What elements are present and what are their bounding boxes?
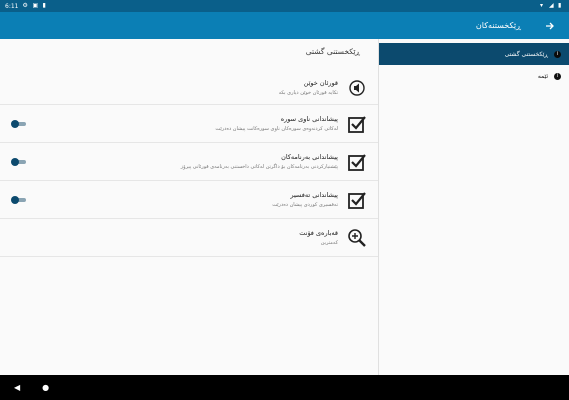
pref-title: پیشاندانی بەرنامەکان bbox=[281, 153, 338, 161]
speaker-icon bbox=[346, 77, 368, 99]
navigation-bar: ◀ ● bbox=[0, 375, 569, 400]
pref-subtitle: کەمترین bbox=[320, 240, 338, 246]
pref-title: پیشاندانی ناوی سورە bbox=[280, 115, 338, 123]
toggle-switch[interactable] bbox=[11, 157, 27, 166]
info-icon: i bbox=[554, 72, 561, 80]
zoom-in-icon bbox=[346, 227, 368, 249]
pref-font-size[interactable]: قەبارەی فۆنت کەمترین bbox=[0, 219, 378, 257]
sim-icon: ▮ bbox=[42, 2, 46, 9]
sidebar-item-label: ڕێکخستنی گشتی bbox=[504, 50, 548, 58]
status-time: 6:11 bbox=[5, 2, 19, 10]
info-icon: i bbox=[554, 50, 561, 58]
sidebar-item-label: ئێمە bbox=[537, 72, 548, 80]
battery-icon: ▮ bbox=[558, 2, 562, 9]
pref-reciter[interactable]: قورئان خوێن تکایە قورئان خوێن دیاری بکە bbox=[0, 71, 378, 105]
sidebar-item-about[interactable]: i ئێمە bbox=[379, 65, 569, 87]
toggle-switch[interactable] bbox=[11, 195, 27, 204]
settings-icon: ⚙ bbox=[22, 2, 28, 9]
back-button[interactable] bbox=[541, 17, 559, 35]
checkbox-icon bbox=[346, 151, 368, 173]
wifi-icon: ▾ bbox=[540, 2, 544, 9]
pref-show-sura-name[interactable]: پیشاندانی ناوی سورە لەکاتی کردنەوەی سورە… bbox=[0, 105, 378, 143]
pref-title: قەبارەی فۆنت bbox=[299, 229, 338, 237]
sidebar: i ڕێکخستنی گشتی i ئێمە bbox=[379, 39, 569, 375]
pref-subtitle: لەکاتی کردنەوەی سورەکان ناوی سورەکانت پی… bbox=[215, 126, 338, 132]
pref-show-tafsir[interactable]: پیشاندانی تەفسیر تەفسیری کوردی پیشان دەد… bbox=[0, 181, 378, 219]
sidebar-item-general[interactable]: i ڕێکخستنی گشتی bbox=[379, 43, 569, 65]
pref-subtitle: پێشنیارکردنی بەرنامەکان بۆ داگرتن لەکاتی… bbox=[180, 164, 338, 170]
toggle-thumb bbox=[11, 157, 19, 166]
toggle-thumb bbox=[11, 119, 19, 128]
pref-title: پیشاندانی تەفسیر bbox=[290, 191, 338, 199]
toggle-switch[interactable] bbox=[11, 119, 27, 128]
pref-subtitle: تکایە قورئان خوێن دیاری بکە bbox=[278, 90, 338, 96]
status-bar: 6:11 ⚙ ▣ ▮ ▾ ◢ ▮ bbox=[0, 0, 569, 12]
toggle-thumb bbox=[11, 195, 19, 204]
shield-icon: ▣ bbox=[32, 2, 39, 9]
checkbox-icon bbox=[346, 189, 368, 211]
section-title: ڕێکخستنی گشتی bbox=[305, 47, 360, 56]
pref-title: قورئان خوێن bbox=[303, 79, 338, 87]
pref-show-apps[interactable]: پیشاندانی بەرنامەکان پێشنیارکردنی بەرنام… bbox=[0, 143, 378, 181]
app-bar: ڕێکخستنەکان bbox=[0, 12, 569, 39]
home-nav-icon[interactable]: ● bbox=[42, 383, 49, 392]
page-title: ڕێکخستنەکان bbox=[475, 21, 521, 30]
settings-panel: ڕێکخستنی گشتی قورئان خوێن تکایە قورئان خ… bbox=[0, 39, 379, 375]
pref-subtitle: تەفسیری کوردی پیشان دەدرێت bbox=[272, 202, 338, 208]
arrow-right-icon bbox=[546, 22, 554, 29]
back-nav-icon[interactable]: ◀ bbox=[14, 383, 20, 392]
checkbox-icon bbox=[346, 113, 368, 135]
signal-icon: ◢ bbox=[549, 2, 554, 9]
